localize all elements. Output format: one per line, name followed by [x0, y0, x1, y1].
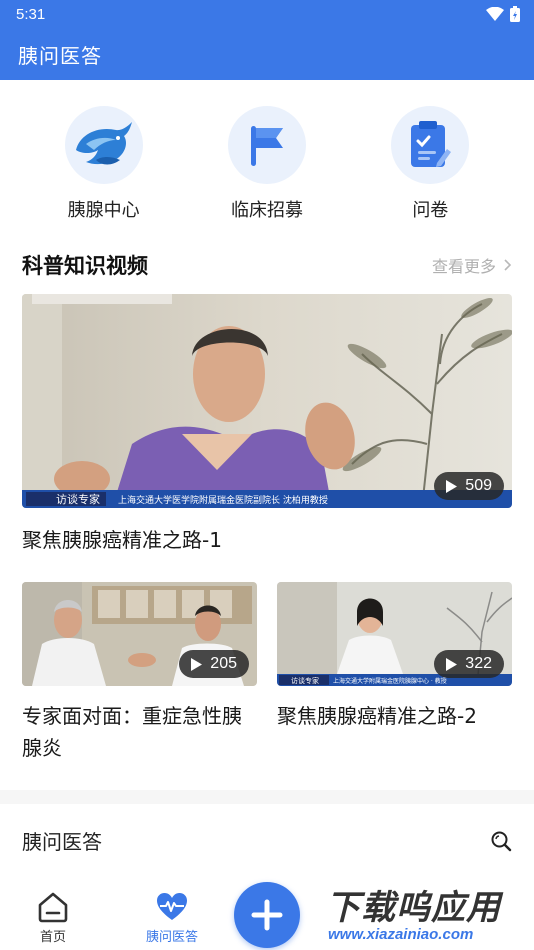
- watermark-main: 下载呜应用: [326, 888, 501, 928]
- home-icon: [38, 892, 68, 923]
- section-title: 科普知识视频: [22, 254, 148, 278]
- videos-section-header: 科普知识视频 查看更多: [22, 250, 512, 280]
- play-icon: [446, 657, 458, 671]
- view-count-badge: 322: [434, 650, 504, 678]
- status-time: 5:31: [16, 5, 46, 23]
- quick-link-questionnaire[interactable]: 问卷: [370, 106, 490, 222]
- app-bar: 胰问医答: [0, 28, 534, 80]
- app-title: 胰问医答: [18, 43, 102, 68]
- caption-right: 上海交通大学医学院附属瑞金医院副院长 沈柏用教授: [118, 494, 328, 506]
- chevron-right-icon: [504, 259, 512, 271]
- quick-icon-circle: [227, 106, 306, 184]
- quick-icon-circle: [64, 106, 143, 184]
- heart-pulse-icon: [157, 893, 187, 920]
- quick-icon-circle: [391, 106, 470, 184]
- video-title[interactable]: 专家面对面：重症急性胰腺炎: [22, 700, 257, 764]
- watermark-url: www.xiazainiao.com: [328, 926, 474, 943]
- plus-icon: [251, 899, 283, 931]
- add-button[interactable]: [234, 882, 300, 948]
- clipboard-icon: [411, 121, 452, 167]
- see-more-link[interactable]: 查看更多: [432, 253, 512, 277]
- dolphin-logo-icon: [75, 122, 132, 165]
- tab-label: 胰问医答: [146, 930, 199, 945]
- video-thumbnail[interactable]: 访谈专家 上海交通大学附属瑞金医院胰腺中心 · 教授 322: [277, 582, 512, 686]
- caption-left: 访谈专家: [291, 676, 319, 685]
- wifi-icon: [486, 7, 504, 21]
- quick-links: 胰腺中心 临床招募 问卷: [0, 106, 534, 222]
- play-icon: [446, 479, 458, 493]
- view-count: 322: [465, 655, 492, 672]
- view-count-badge: 509: [434, 472, 504, 500]
- status-icons: [486, 6, 520, 22]
- quick-link-label: 临床招募: [230, 200, 303, 221]
- video-title[interactable]: 聚焦胰腺癌精准之路-2: [277, 700, 517, 732]
- play-icon: [191, 657, 203, 671]
- video-thumbnail[interactable]: 205: [22, 582, 257, 686]
- video-title[interactable]: 聚焦胰腺癌精准之路-1: [22, 524, 512, 556]
- view-count-badge: 205: [179, 650, 249, 678]
- tab-qa[interactable]: 胰问医答: [146, 890, 198, 945]
- status-bar: 5:31: [0, 0, 534, 28]
- tab-home[interactable]: 首页: [36, 890, 70, 945]
- battery-icon: [510, 6, 520, 22]
- view-count: 205: [210, 655, 237, 672]
- qa-section-title: 胰问医答: [22, 830, 102, 854]
- watermark: 下载呜应用 www.xiazainiao.com: [320, 876, 532, 948]
- section-divider: [0, 790, 534, 804]
- qa-section-header: 胰问医答: [22, 826, 512, 855]
- video-thumbnail[interactable]: 访谈专家 上海交通大学医学院附属瑞金医院副院长 沈柏用教授 509: [22, 294, 512, 508]
- flag-icon: [250, 126, 283, 166]
- view-count: 509: [465, 477, 492, 494]
- tab-label: 首页: [39, 930, 66, 945]
- quick-link-label: 胰腺中心: [67, 200, 140, 221]
- search-icon[interactable]: [490, 830, 512, 852]
- see-more-label: 查看更多: [431, 257, 496, 276]
- caption-right: 上海交通大学附属瑞金医院胰腺中心 · 教授: [333, 677, 447, 685]
- quick-link-pancreas-center[interactable]: 胰腺中心: [44, 106, 164, 222]
- quick-link-clinical-recruitment[interactable]: 临床招募: [207, 106, 327, 222]
- quick-link-label: 问卷: [412, 200, 449, 221]
- caption-left: 访谈专家: [56, 492, 100, 506]
